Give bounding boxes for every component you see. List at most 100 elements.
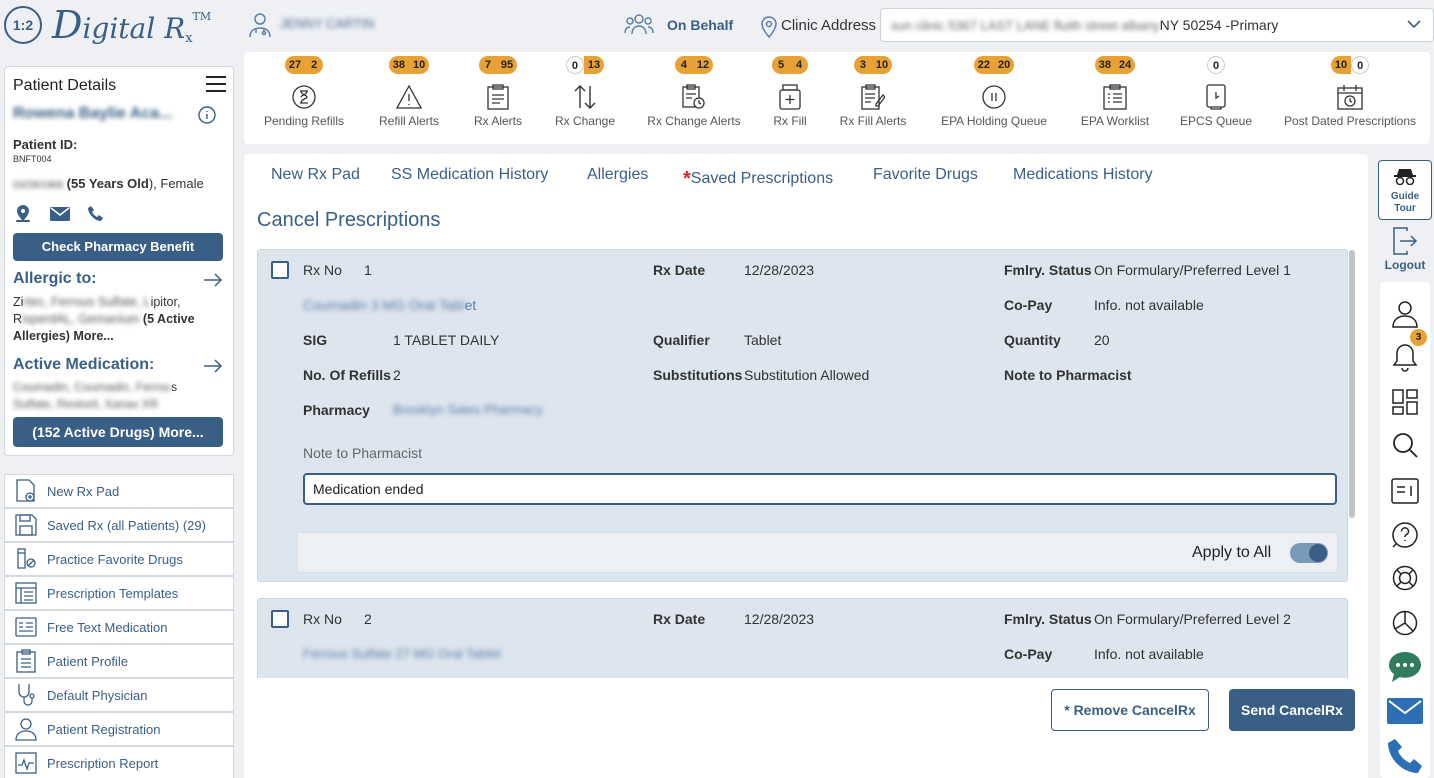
patient-details-title: Patient Details <box>13 77 117 94</box>
rx-1-quantity-label: Quantity <box>1004 332 1061 348</box>
user-icon[interactable] <box>1380 300 1430 328</box>
doctor-icon <box>248 12 272 38</box>
note-to-pharmacist-input[interactable] <box>303 473 1337 505</box>
rx-1-fmlry-label: Fmlry. Status <box>1004 262 1092 278</box>
left-menu-item[interactable]: Patient Registration <box>4 712 234 746</box>
report-icon <box>5 752 47 774</box>
call-icon[interactable] <box>1380 738 1430 776</box>
queue-count-b: 10 <box>871 56 893 74</box>
left-menu-item[interactable]: Practice Favorite Drugs <box>4 542 234 576</box>
rx-1-drug-name[interactable]: Coumadin 3 MG Oral Tablet <box>303 297 476 313</box>
queue-item[interactable]: 0 EPCS Queue <box>1146 56 1286 128</box>
on-behalf-link[interactable]: On Behalf <box>667 17 733 33</box>
rx-2-date-label: Rx Date <box>653 611 706 627</box>
rx-1-checkbox[interactable] <box>271 261 289 279</box>
left-menu-item[interactable]: New Rx Pad <box>4 474 234 508</box>
rx-2-checkbox[interactable] <box>271 610 289 628</box>
active-medication-title: Active Medication: <box>13 356 155 373</box>
allergies-arrow-icon[interactable] <box>203 273 223 287</box>
dashboard-grid-icon[interactable] <box>1380 389 1430 415</box>
queue-item[interactable]: 22 20 EPA Holding Queue <box>924 56 1064 128</box>
chat-icon[interactable] <box>1380 650 1430 684</box>
info-icon[interactable] <box>197 105 217 125</box>
tab-saved-prescriptions[interactable]: *Saved Prescriptions <box>683 166 833 190</box>
spy-glasses-icon <box>1379 169 1431 185</box>
email-icon[interactable] <box>50 207 70 221</box>
left-menu-item[interactable]: Default Physician <box>4 678 234 712</box>
help-icon[interactable] <box>1380 522 1430 548</box>
queue-count-pill: 4 12 <box>674 56 714 74</box>
search-icon[interactable] <box>1380 432 1430 458</box>
clinic-address-select[interactable]: sun clinic 5367 LAST LANE fluith street … <box>880 8 1434 42</box>
scrollbar-thumb[interactable] <box>1349 250 1355 518</box>
pie-chart-icon[interactable] <box>1380 610 1430 636</box>
rx-1-copay-label: Co-Pay <box>1004 297 1053 313</box>
bell-icon[interactable] <box>1380 342 1430 372</box>
send-cancelrx-button[interactable]: Send CancelRx <box>1229 689 1355 731</box>
patient-details-card: Patient Details Rowena Baylie Aca... Pat… <box>4 66 234 456</box>
tab-medications-history[interactable]: Medications History <box>1013 166 1153 184</box>
tab-ss-medication-history[interactable]: SS Medication History <box>391 166 548 184</box>
queue-count-a: 3 <box>853 56 872 74</box>
top-header: 1:2 Digital Rx TM JENNY CARTIN On Behalf … <box>0 0 1434 50</box>
active-drugs-more-button[interactable]: (152 Active Drugs) More... <box>13 417 223 447</box>
allergies-more-link[interactable]: Allergies) More... <box>13 329 114 343</box>
tab-favorite-drugs[interactable]: Favorite Drugs <box>873 166 978 184</box>
tab-new-rx-pad[interactable]: New Rx Pad <box>271 166 360 184</box>
note-to-pharmacist-field-label: Note to Pharmacist <box>303 445 423 461</box>
template-icon <box>5 582 47 604</box>
queue-label: Post Dated Prescriptions <box>1283 114 1417 128</box>
rx-1-sig-label: SIG <box>303 332 328 348</box>
queue-count-pill: 10 0 <box>1330 56 1370 74</box>
apply-to-all-toggle[interactable] <box>1290 543 1328 563</box>
rx-2-drug-name[interactable]: Ferrous Sulfate 27 MG Oral Tablet <box>303 646 501 661</box>
rx-1-substitutions-value: Substitution Allowed <box>744 367 870 383</box>
queue-count-a: 38 <box>388 56 409 74</box>
address-pin-icon[interactable] <box>15 205 31 223</box>
remove-cancelrx-button[interactable]: * Remove CancelRx <box>1051 689 1209 731</box>
left-menu-item[interactable]: Patient Profile <box>4 644 234 678</box>
rx-1-pharmacy-value[interactable]: Brooklyn Sates Pharmacy <box>393 402 543 417</box>
left-menu-label: Patient Profile <box>47 653 128 669</box>
rx-1-qualifier-value: Tablet <box>744 332 782 348</box>
rx-2-date-value: 12/28/2023 <box>744 611 815 627</box>
queue-count-pill: 38 24 <box>1094 56 1136 74</box>
medication-arrow-icon[interactable] <box>203 359 223 373</box>
chevron-down-icon <box>1407 19 1421 29</box>
phone-icon[interactable] <box>87 205 105 223</box>
tab-allergies[interactable]: Allergies <box>587 166 648 184</box>
user-name[interactable]: JENNY CARTIN <box>280 16 374 31</box>
lifebuoy-icon[interactable] <box>1380 565 1430 591</box>
guide-tour-button[interactable]: Guide Tour <box>1378 160 1432 220</box>
left-menu-label: Prescription Report <box>47 755 159 771</box>
form-list-icon[interactable] <box>1380 478 1430 504</box>
queue-item[interactable]: 3 10 Rx Fill Alerts <box>803 56 943 128</box>
left-menu-item[interactable]: Prescription Report <box>4 746 234 778</box>
calendar-clock-icon <box>1280 83 1420 111</box>
hamburger-menu-icon[interactable] <box>205 75 227 93</box>
left-menu-label: New Rx Pad <box>47 483 120 499</box>
logout-button[interactable]: Logout <box>1378 227 1432 272</box>
rx-1-pharmacy-label: Pharmacy <box>303 402 370 418</box>
apply-to-all-label: Apply to All <box>1192 544 1272 561</box>
rx-1-date-label: Rx Date <box>653 262 706 278</box>
check-pharmacy-benefit-button[interactable]: Check Pharmacy Benefit <box>13 233 223 261</box>
queue-count-pill: 27 2 <box>284 56 324 74</box>
left-menu-label: Patient Registration <box>47 721 161 737</box>
queue-count-a: 38 <box>1094 56 1115 74</box>
left-menu-item[interactable]: Saved Rx (all Patients) (29) <box>4 508 234 542</box>
patient-id-value: BNFT004 <box>13 154 52 164</box>
patient-name[interactable]: Rowena Baylie Aca... <box>13 105 172 123</box>
queue-count-pill: 7 95 <box>478 56 518 74</box>
queue-count-a: 22 <box>973 56 994 74</box>
rx-1-qualifier-label: Qualifier <box>653 332 710 348</box>
app-logo[interactable]: Digital Rx TM <box>52 6 211 46</box>
queue-count-b: 0 <box>1351 56 1370 74</box>
left-menu-item[interactable]: Prescription Templates <box>4 576 234 610</box>
left-menu-item[interactable]: Free Text Medication <box>4 610 234 644</box>
queue-count-pill: 0 13 <box>565 56 605 74</box>
queue-item[interactable]: 10 0 Post Dated Prescriptions <box>1280 56 1420 128</box>
queue-label: EPCS Queue <box>1179 114 1253 128</box>
mail-icon[interactable] <box>1380 698 1430 724</box>
patient-id-label: Patient ID: <box>13 137 78 152</box>
